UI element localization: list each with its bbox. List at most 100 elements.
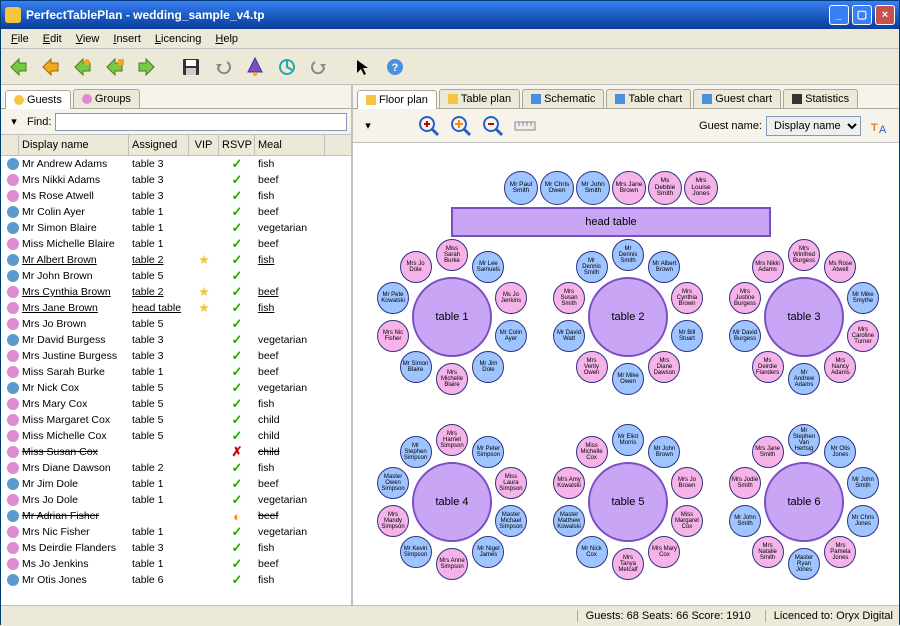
seat[interactable]: Miss Margaret Cox bbox=[671, 505, 703, 537]
seat[interactable]: Mr Mike Owen bbox=[612, 363, 644, 395]
seat[interactable]: Mr Chris Jones bbox=[847, 505, 879, 537]
guest-row[interactable]: Mrs Justine Burgesstable 3✓beef bbox=[1, 348, 351, 364]
guest-row[interactable]: Mr Nick Coxtable 5✓vegetarian bbox=[1, 380, 351, 396]
help-button[interactable]: ? bbox=[381, 53, 409, 81]
menu-view[interactable]: View bbox=[70, 31, 106, 47]
col-name[interactable]: Display name bbox=[19, 135, 129, 155]
menu-help[interactable]: Help bbox=[209, 31, 244, 47]
minimize-button[interactable]: _ bbox=[829, 5, 849, 25]
seat[interactable]: Mr David Burgess bbox=[729, 320, 761, 352]
tab-floor-plan[interactable]: Floor plan bbox=[357, 90, 437, 109]
seat[interactable]: Mr John Smith bbox=[847, 467, 879, 499]
seat[interactable]: Mr Kevin Simpson bbox=[400, 536, 432, 568]
guest-row[interactable]: Mrs Nikki Adamstable 3✓beef bbox=[1, 172, 351, 188]
tab-guest-chart[interactable]: Guest chart bbox=[693, 89, 781, 108]
seat[interactable]: Mr Andrew Adams bbox=[788, 363, 820, 395]
seat[interactable]: Mrs Jodie Smith bbox=[729, 467, 761, 499]
col-rsvp[interactable]: RSVP bbox=[219, 135, 255, 155]
zoom-in-button[interactable] bbox=[415, 112, 443, 140]
seat[interactable]: Mr Dennis Smith bbox=[576, 251, 608, 283]
seat[interactable]: Mrs Susan Smith bbox=[553, 282, 585, 314]
seat[interactable]: Mrs Nikki Adams bbox=[752, 251, 784, 283]
tab-guests[interactable]: Guests bbox=[5, 90, 71, 109]
text-style-button[interactable]: TA bbox=[865, 112, 893, 140]
guest-row[interactable]: Mr Albert Browntable 2★✓fish bbox=[1, 252, 351, 268]
seat[interactable]: Mrs Harriet Simpson bbox=[436, 424, 468, 456]
seat[interactable]: Mrs Justine Burgess bbox=[729, 282, 761, 314]
guest-row[interactable]: Mrs Jane Brownhead table★✓fish bbox=[1, 300, 351, 316]
seat[interactable]: Mr Colin Ayer bbox=[495, 320, 527, 352]
seat[interactable]: Mrs Michelle Blaire bbox=[436, 363, 468, 395]
zoom-fit-button[interactable] bbox=[447, 112, 475, 140]
seat[interactable]: Mrs Diane Dawson bbox=[648, 351, 680, 383]
guest-list[interactable]: Mr Andrew Adamstable 3✓fishMrs Nikki Ada… bbox=[1, 156, 351, 605]
guest-row[interactable]: Mr Otis Jonestable 6✓fish bbox=[1, 572, 351, 588]
close-button[interactable]: × bbox=[875, 5, 895, 25]
guest-row[interactable]: Miss Susan Cox✗child bbox=[1, 444, 351, 460]
tab-groups[interactable]: Groups bbox=[73, 89, 140, 108]
redo-button[interactable] bbox=[305, 53, 333, 81]
seat[interactable]: Mr Eliot Morris bbox=[612, 424, 644, 456]
seat[interactable]: Mr Pete Kowalski bbox=[377, 282, 409, 314]
seat[interactable]: Mr John Brown bbox=[648, 436, 680, 468]
seat[interactable]: Mrs Pamela Jones bbox=[824, 536, 856, 568]
seat[interactable]: Mr Jim Dole bbox=[472, 351, 504, 383]
find-input[interactable] bbox=[55, 113, 347, 131]
guest-row[interactable]: Mrs Jo Browntable 5✓ bbox=[1, 316, 351, 332]
guest-row[interactable]: Miss Michelle Coxtable 5✓child bbox=[1, 428, 351, 444]
seat[interactable]: Mrs Natalie Smith bbox=[752, 536, 784, 568]
guest-row[interactable]: Mrs Diane Dawsontable 2✓fish bbox=[1, 460, 351, 476]
guest-row[interactable]: Miss Sarah Burketable 1✓beef bbox=[1, 364, 351, 380]
seat[interactable]: Mrs Mandy Simpson bbox=[377, 505, 409, 537]
add-guest-button[interactable] bbox=[5, 53, 33, 81]
seat[interactable]: Mrs Jane Smith bbox=[752, 436, 784, 468]
seat[interactable]: Miss Laura Simpson bbox=[495, 467, 527, 499]
seat[interactable]: Mrs Nancy Adams bbox=[824, 351, 856, 383]
seat[interactable]: Ms Jo Jenkins bbox=[495, 282, 527, 314]
seat[interactable]: Mr Chris Owen bbox=[540, 171, 574, 205]
col-vip[interactable]: VIP bbox=[189, 135, 219, 155]
seat[interactable]: Mrs Mary Cox bbox=[648, 536, 680, 568]
seat[interactable]: Mrs Louise Jones bbox=[684, 171, 718, 205]
add-group-button[interactable] bbox=[101, 53, 129, 81]
guest-row[interactable]: Ms Rose Atwelltable 3✓fish bbox=[1, 188, 351, 204]
undo-button[interactable] bbox=[209, 53, 237, 81]
seat[interactable]: Master Ryan Jones bbox=[788, 548, 820, 580]
add-table-button[interactable] bbox=[241, 53, 269, 81]
tab-schematic[interactable]: Schematic bbox=[522, 89, 604, 108]
guest-row[interactable]: Mr John Browntable 5✓ bbox=[1, 268, 351, 284]
col-assigned[interactable]: Assigned bbox=[129, 135, 189, 155]
head-table[interactable]: Mr Paul SmithMr Chris OwenMr John SmithM… bbox=[451, 171, 771, 237]
menu-insert[interactable]: Insert bbox=[107, 31, 147, 47]
round-table[interactable]: table 4Mrs Harriet SimpsonMr Peter Simps… bbox=[368, 418, 536, 586]
guestname-select[interactable]: Display name bbox=[766, 116, 861, 136]
seat[interactable]: Ms Deirdie Flanders bbox=[752, 351, 784, 383]
guest-row[interactable]: Mr Andrew Adamstable 3✓fish bbox=[1, 156, 351, 172]
seat[interactable]: Mrs Anne Simpson bbox=[436, 548, 468, 580]
guest-row[interactable]: Mr Simon Blairetable 1✓vegetarian bbox=[1, 220, 351, 236]
collapse-icon[interactable]: ▾ bbox=[359, 117, 377, 135]
add-pair-button[interactable] bbox=[37, 53, 65, 81]
guest-row[interactable]: Miss Michelle Blairetable 1✓beef bbox=[1, 236, 351, 252]
guest-row[interactable]: Ms Deirdie Flanderstable 3✓fish bbox=[1, 540, 351, 556]
round-table[interactable]: table 5Mr Eliot MorrisMr John BrownMrs J… bbox=[544, 418, 712, 586]
round-table[interactable]: table 1Miss Sarah BurkeMr Lee SamuelsMs … bbox=[368, 233, 536, 401]
menu-licencing[interactable]: Licencing bbox=[149, 31, 207, 47]
guest-row[interactable]: Mrs Mary Coxtable 5✓fish bbox=[1, 396, 351, 412]
menu-edit[interactable]: Edit bbox=[37, 31, 68, 47]
seat[interactable]: Mr John Smith bbox=[576, 171, 610, 205]
seat[interactable]: Mrs Jo Dole bbox=[400, 251, 432, 283]
seat[interactable]: Mr Nick Cox bbox=[576, 536, 608, 568]
tab-table-chart[interactable]: Table chart bbox=[606, 89, 691, 108]
guest-row[interactable]: Mr Adrian Fisher◐beef bbox=[1, 508, 351, 524]
seat[interactable]: Ms Rose Atwell bbox=[824, 251, 856, 283]
seat[interactable]: Mr Mike Smythe bbox=[847, 282, 879, 314]
seat[interactable]: Mr John Smith bbox=[729, 505, 761, 537]
guest-row[interactable]: Miss Margaret Coxtable 5✓child bbox=[1, 412, 351, 428]
seat[interactable]: Mr Nigel James bbox=[472, 536, 504, 568]
zoom-out-button[interactable] bbox=[479, 112, 507, 140]
round-table[interactable]: table 2Mr Dennis SmithMr Albert BrownMrs… bbox=[544, 233, 712, 401]
seat[interactable]: Mrs Caroline Turner bbox=[847, 320, 879, 352]
seat[interactable]: Mr Albert Brown bbox=[648, 251, 680, 283]
seat[interactable]: Mrs Jane Brown bbox=[612, 171, 646, 205]
